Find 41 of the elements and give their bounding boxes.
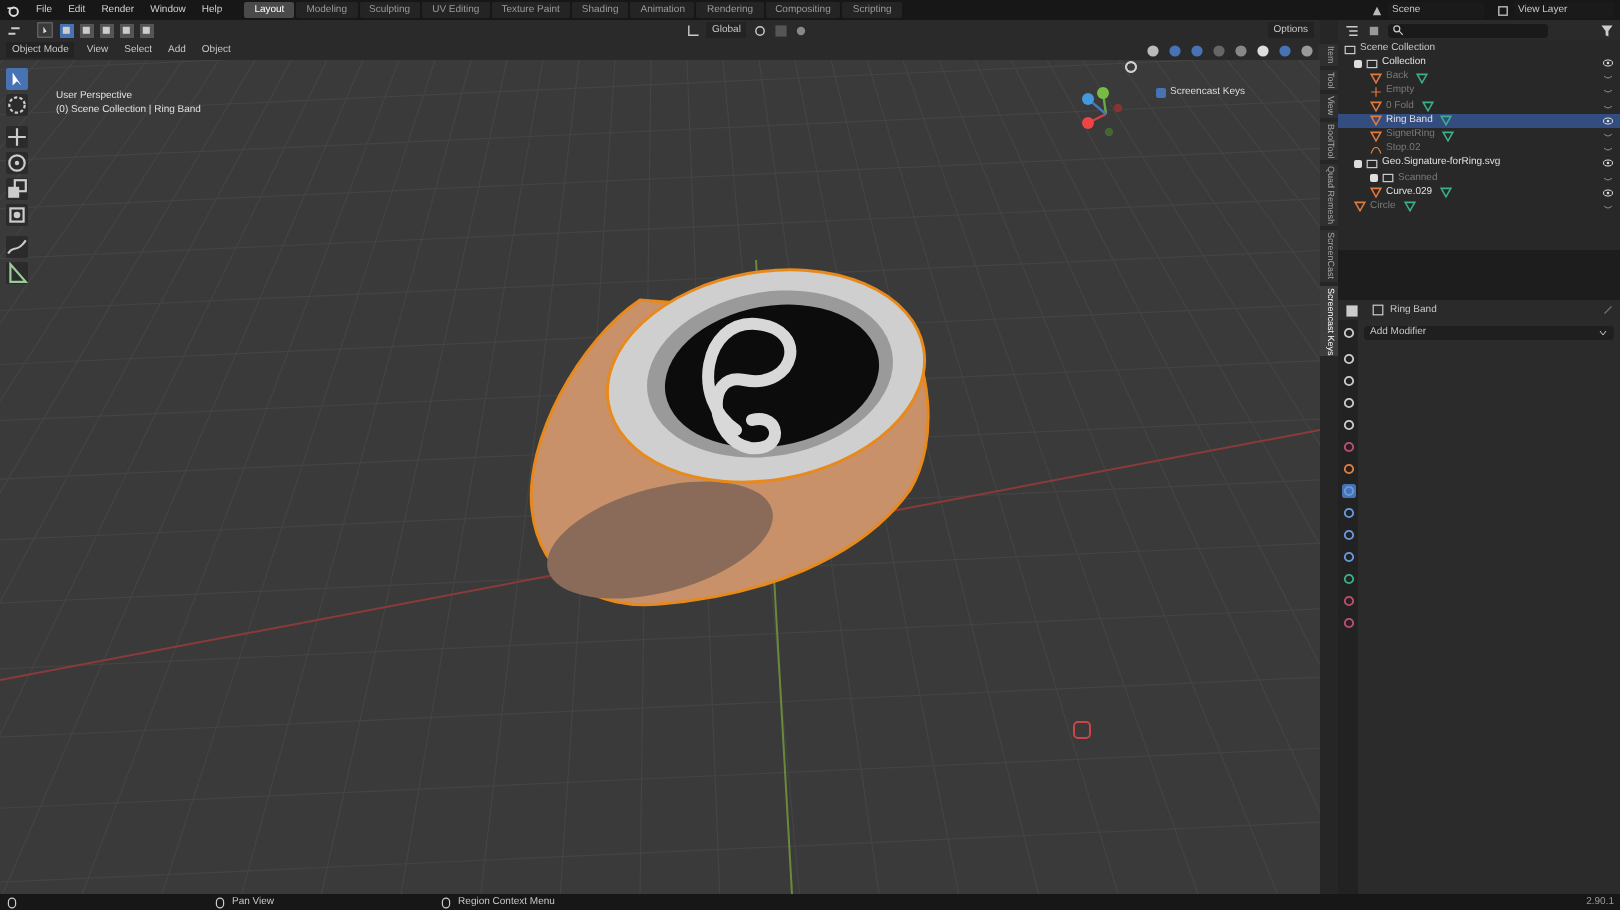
eye-closed-icon[interactable] <box>1602 201 1614 212</box>
pin-icon[interactable] <box>1602 304 1614 316</box>
checkbox[interactable] <box>1354 159 1362 168</box>
transform-orientation-icon[interactable] <box>686 23 700 37</box>
measure-icon[interactable] <box>6 262 28 284</box>
eye-icon[interactable] <box>1602 115 1614 126</box>
eye-closed-icon[interactable] <box>1602 173 1614 184</box>
eye-closed-icon[interactable] <box>1602 86 1614 97</box>
eye-closed-icon[interactable] <box>1602 101 1614 112</box>
eye-closed-icon[interactable] <box>1602 72 1614 83</box>
layers-icon[interactable] <box>1496 3 1510 17</box>
empty-icon <box>1370 85 1382 98</box>
move-icon[interactable] <box>6 126 28 148</box>
checkbox[interactable] <box>1354 59 1362 68</box>
scale-icon[interactable] <box>6 178 28 200</box>
display-mode-icon[interactable] <box>1344 23 1360 37</box>
eye-closed-icon[interactable] <box>1602 144 1614 155</box>
search-field[interactable] <box>1388 23 1548 37</box>
annotate-icon[interactable] <box>6 236 28 258</box>
mouse-icon <box>440 895 453 909</box>
transform-icon[interactable] <box>6 204 28 226</box>
keyboard-key-icon <box>1072 720 1092 740</box>
blender-logo-icon[interactable] <box>6 3 20 17</box>
mouse-icon <box>6 895 18 909</box>
select-box-icon[interactable] <box>6 68 28 90</box>
eye-icon[interactable] <box>1602 187 1614 198</box>
eye-icon[interactable] <box>1602 58 1614 69</box>
checkbox[interactable] <box>1370 174 1378 183</box>
caret-icon <box>1598 328 1608 338</box>
editor-type-icon[interactable] <box>1344 303 1360 317</box>
rotate-icon[interactable] <box>6 152 28 174</box>
eye-closed-icon[interactable] <box>1602 130 1614 141</box>
cursor-icon[interactable] <box>6 94 28 116</box>
select-tool-icon[interactable] <box>36 22 54 38</box>
mouse-icon <box>214 895 226 909</box>
editor-type-icon[interactable] <box>6 23 22 37</box>
checkbox[interactable] <box>1156 88 1166 98</box>
filter-icon[interactable] <box>1366 23 1382 37</box>
curve-icon <box>1370 143 1382 156</box>
search-icon <box>1392 24 1404 36</box>
eye-icon[interactable] <box>1602 158 1614 169</box>
